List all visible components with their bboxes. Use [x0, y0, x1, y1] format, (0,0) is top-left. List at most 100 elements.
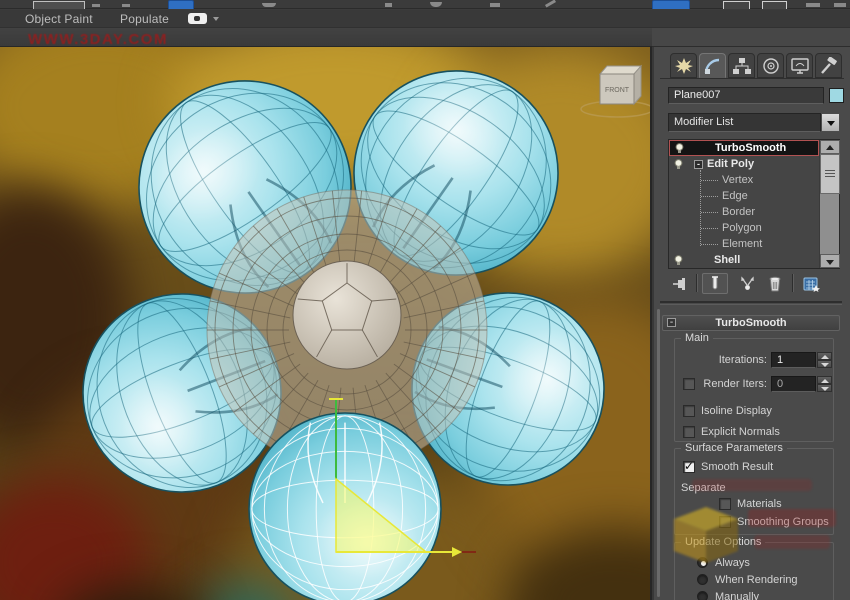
render-iters-input[interactable]: 0: [771, 376, 816, 392]
modifier-bulb-icon[interactable]: [673, 142, 686, 155]
spinner-down-icon[interactable]: [817, 360, 832, 368]
remove-modifier-button[interactable]: [762, 273, 788, 294]
explicit-normals-checkbox[interactable]: [683, 426, 695, 438]
smooth-result-label: Smooth Result: [701, 461, 773, 473]
when-rendering-label: When Rendering: [715, 574, 798, 586]
always-radio[interactable]: [697, 557, 708, 568]
modifier-list-dropdown[interactable]: Modifier List: [668, 113, 821, 132]
smoothing-groups-label: Smoothing Groups: [737, 516, 829, 528]
tab-create[interactable]: [670, 53, 697, 78]
iterations-label: Iterations:: [675, 354, 767, 366]
viewport-scene[interactable]: FRONT: [0, 47, 652, 600]
display-monitor-icon: [790, 57, 810, 75]
toolbar-button-fragment[interactable]: [762, 1, 787, 9]
chevron-down-icon[interactable]: [213, 17, 219, 21]
tab-display[interactable]: [786, 53, 813, 78]
collapse-icon[interactable]: -: [667, 318, 676, 327]
tree-leader: [701, 244, 718, 245]
toolbar-icon-fragment: [92, 4, 100, 7]
modifier-bulb-icon[interactable]: [672, 158, 685, 171]
stack-item-vertex[interactable]: Vertex: [669, 172, 819, 188]
stack-item-label: TurboSmooth: [715, 142, 786, 154]
make-unique-button[interactable]: [734, 273, 760, 294]
group-main-label: Main: [681, 332, 713, 344]
modifier-bulb-icon[interactable]: [672, 254, 685, 267]
tree-leader: [701, 180, 718, 181]
group-surface-parameters: Surface Parameters Smooth Result Separat…: [674, 448, 834, 535]
show-end-result-button[interactable]: [702, 273, 728, 294]
ribbon-tab-object-paint[interactable]: Object Paint: [25, 12, 93, 26]
group-main: Main Iterations: 1 Render Iters: 0 Isoli…: [674, 338, 834, 442]
stack-scrollbar[interactable]: [819, 140, 839, 268]
when-rendering-radio[interactable]: [697, 574, 708, 585]
ribbon-tab-bar: Object Paint Populate: [0, 10, 850, 28]
toolbar-button-fragment[interactable]: [723, 1, 750, 9]
collapse-branch-icon[interactable]: -: [694, 160, 703, 169]
site-watermark: WWW.3DAY.COM: [28, 31, 168, 48]
dropdown-arrow-button[interactable]: [821, 113, 840, 132]
smoothing-groups-checkbox[interactable]: [719, 516, 731, 528]
always-label: Always: [715, 557, 750, 569]
stack-item-edge[interactable]: Edge: [669, 188, 819, 204]
test-tube-icon: [708, 276, 722, 292]
spinner-up-icon[interactable]: [817, 352, 832, 360]
toolbar-field-fragment[interactable]: [33, 1, 85, 9]
tab-baseline: [660, 78, 844, 79]
trash-icon: [768, 276, 782, 292]
scroll-down-button[interactable]: [820, 254, 840, 268]
main-toolbar-clipped: [0, 0, 850, 9]
tab-utilities[interactable]: [815, 53, 842, 78]
modifier-stack: TurboSmooth -Edit PolyVertex Edge Border Pol…: [668, 139, 840, 269]
isoline-display-checkbox[interactable]: [683, 405, 695, 417]
stack-item-edit-poly[interactable]: -Edit Poly: [669, 156, 819, 172]
smooth-result-checkbox[interactable]: [683, 461, 695, 473]
materials-checkbox[interactable]: [719, 498, 731, 510]
stack-item-element[interactable]: Element: [669, 236, 819, 252]
iterations-spinner[interactable]: [817, 352, 832, 368]
separate-label: Separate: [681, 482, 726, 494]
stack-item-polygon[interactable]: Polygon: [669, 220, 819, 236]
pushpin-icon: [671, 276, 688, 292]
object-color-swatch[interactable]: [829, 88, 844, 103]
toolbar-icon-fragment: [806, 3, 820, 7]
stack-item-border[interactable]: Border: [669, 204, 819, 220]
ribbon-tab-populate[interactable]: Populate: [120, 12, 169, 26]
toolbar-toggle-active-fragment[interactable]: [652, 0, 690, 9]
hierarchy-icon: [732, 57, 752, 75]
stack-item-turbosmooth[interactable]: TurboSmooth: [669, 140, 819, 156]
tree-line: [700, 170, 701, 246]
spinner-down-icon[interactable]: [817, 384, 832, 392]
scroll-thumb[interactable]: [820, 154, 840, 194]
object-name-field[interactable]: Plane007: [668, 87, 824, 104]
rollout-header-turbosmooth[interactable]: - TurboSmooth: [662, 315, 840, 331]
toolbar-icon-fragment: [262, 3, 276, 7]
tool-separator: [792, 274, 793, 292]
create-starburst-icon: [674, 57, 694, 75]
manually-radio[interactable]: [697, 591, 708, 600]
toolbar-pencil-icon-fragment: [545, 0, 556, 8]
panel-mini-scrollbar[interactable]: [657, 309, 660, 597]
viewcube[interactable]: FRONT: [581, 66, 652, 117]
tree-leader: [701, 228, 718, 229]
iterations-input[interactable]: 1: [771, 352, 816, 368]
render-iters-spinner[interactable]: [817, 376, 832, 392]
stack-item-label: Edge: [722, 190, 748, 202]
stack-item-label: Border: [722, 206, 755, 218]
stack-item-shell[interactable]: Shell: [669, 252, 819, 268]
manually-label: Manually: [715, 591, 759, 600]
ribbon-camera-icon[interactable]: [188, 13, 207, 24]
viewport-front[interactable]: FRONT: [0, 47, 652, 600]
panel-edge: [652, 47, 654, 600]
tab-modify[interactable]: [699, 53, 726, 78]
stack-item-label: Polygon: [722, 222, 762, 234]
tab-hierarchy[interactable]: [728, 53, 755, 78]
pin-stack-button[interactable]: [666, 273, 692, 294]
toolbar-toggle-active-fragment[interactable]: [168, 0, 194, 9]
group-update-label: Update Options: [681, 536, 765, 548]
spinner-up-icon[interactable]: [817, 376, 832, 384]
configure-modifier-sets-button[interactable]: [798, 273, 824, 294]
scroll-up-button[interactable]: [820, 140, 840, 154]
tab-motion[interactable]: [757, 53, 784, 78]
group-surface-label: Surface Parameters: [681, 442, 787, 454]
configure-sets-icon: [803, 276, 820, 292]
